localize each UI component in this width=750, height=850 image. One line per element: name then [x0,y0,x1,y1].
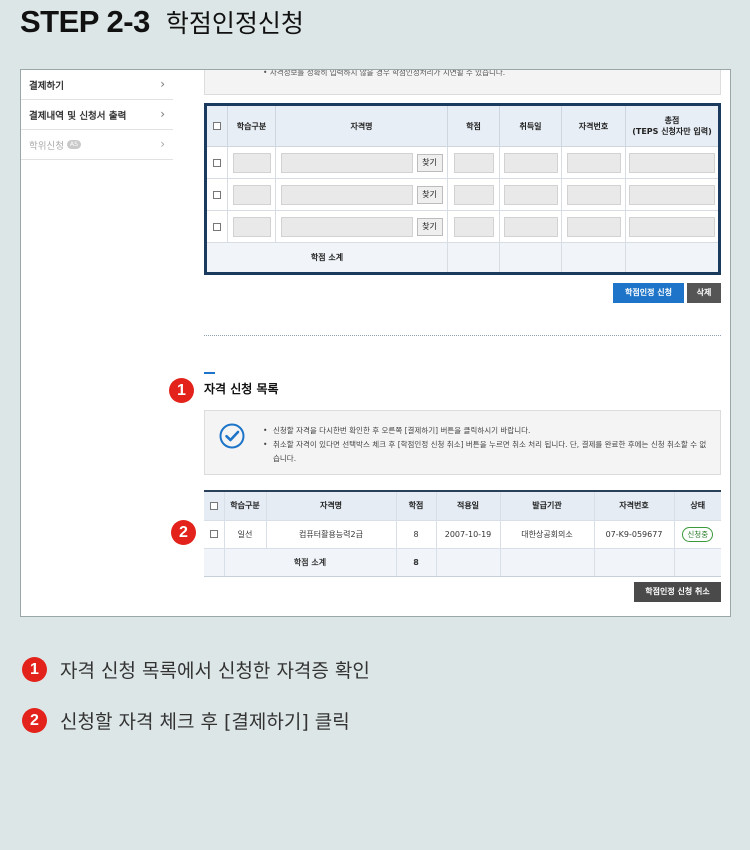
select-all-checkbox-cell[interactable] [205,104,228,147]
number-field[interactable] [566,216,621,237]
col-header: 학습구분 [223,490,266,520]
status-badge: 신청중 [682,526,714,542]
instruction-steps: 1 자격 신청 목록에서 신청한 자격증 확인 2 신청할 자격 체크 후 [결… [22,654,370,756]
type-field[interactable] [232,152,271,173]
col-header: 자격번호 [561,104,626,147]
cell-date: 2007-10-19 [435,519,500,548]
callout-marker-1: 1 [169,378,194,403]
page-title: STEP 2-3 학점인정신청 [20,2,304,42]
number-field[interactable] [566,152,621,173]
sidebar-item-payment[interactable]: 결제하기 › [21,70,173,100]
row-checkbox[interactable] [209,530,218,538]
application-list-table: 학습구분 자격명 학점 적용일 발급기관 자격번호 상태 일선 컴퓨터활용능력2… [204,490,721,577]
score-field[interactable] [629,184,715,205]
row-checkbox[interactable] [213,222,221,231]
screenshot-frame: 결제하기 › 결제내역 및 신청서 출력 › 학위신청 AS › • 자격정보를… [20,69,731,617]
table-row: 찾기 [205,210,720,243]
name-field[interactable] [280,184,413,205]
number-field[interactable] [566,184,621,205]
col-header: 상태 [673,490,721,520]
section-divider [204,335,721,336]
top-note: • 자격정보를 정확히 입력하지 않을 경우 학점인정처리가 지연될 수 있습니… [204,69,721,95]
cell-credit: 8 [395,519,436,548]
col-header: 적용일 [435,490,500,520]
subtotal-value: 8 [395,547,436,577]
score-field[interactable] [629,152,715,173]
find-button[interactable]: 찾기 [416,217,443,236]
col-header: 발급기관 [499,490,594,520]
callout-marker-2: 2 [171,520,196,545]
subtotal-row: 학점 소계 8 [204,547,721,577]
step-text: 신청할 자격 체크 후 [결제하기] 클릭 [60,710,350,733]
name-field[interactable] [280,152,413,173]
instruction-step: 2 신청할 자격 체크 후 [결제하기] 클릭 [22,705,370,735]
info-note: 취소할 자격이 있다면 선택박스 체크 후 [학점인정 신청 취소] 버튼을 누… [263,438,713,466]
top-note-text: 자격정보를 정확히 입력하지 않을 경우 학점인정처리가 지연될 수 있습니다. [269,69,506,77]
section-accent [204,372,215,374]
date-field[interactable] [503,152,558,173]
step-label: STEP 2-3 [20,4,150,39]
delete-button[interactable]: 삭제 [687,283,721,303]
subtotal-label: 학점 소계 [223,547,396,577]
col-header: 자격명 [275,104,448,147]
col-header-score: 총점 (TEPS 신청자만 입력) [625,104,720,147]
col-header-score-line2: (TEPS 신청자만 입력) [632,127,712,136]
find-button[interactable]: 찾기 [416,185,443,204]
score-field[interactable] [629,216,715,237]
col-header: 취득일 [499,104,562,147]
section-title: 자격 신청 목록 [204,382,279,396]
col-header-score-line1: 총점 [664,116,680,125]
table-row: 찾기 [205,146,720,179]
col-header: 자격명 [265,490,396,520]
col-header: 학습구분 [227,104,276,147]
cell-number: 07-K9-059677 [593,519,674,548]
step-text: 자격 신청 목록에서 신청한 자격증 확인 [60,659,370,682]
row-checkbox[interactable] [213,190,221,199]
info-box: 신청할 자격을 다시한번 확인한 후 오른쪽 [결제하기] 버튼을 클릭하시기 … [204,410,721,475]
table-row: 찾기 [205,178,720,211]
sidebar-badge: AS [66,140,81,149]
col-header: 학점 [447,104,500,147]
cell-type: 일선 [223,519,266,548]
sidebar-item-degree[interactable]: 학위신청 AS › [21,130,173,160]
col-header: 학점 [395,490,436,520]
date-field[interactable] [503,216,558,237]
type-field[interactable] [232,184,271,205]
chevron-right-icon: › [160,137,165,151]
cell-issuer: 대한상공회의소 [499,519,594,548]
chevron-right-icon: › [160,107,165,121]
sidebar-item-label: 결제내역 및 신청서 출력 [29,110,127,122]
subtotal-row: 학점 소계 [205,242,720,274]
name-field[interactable] [280,216,413,237]
step-number: 1 [22,656,47,682]
select-all-checkbox-cell[interactable] [204,490,224,520]
sidebar: 결제하기 › 결제내역 및 신청서 출력 › 학위신청 AS › [21,70,173,160]
select-all-checkbox[interactable] [209,501,218,510]
credit-cancel-button[interactable]: 학점인정 신청 취소 [634,582,721,602]
credit-apply-button[interactable]: 학점인정 신청 [613,283,684,303]
credit-field[interactable] [453,184,494,205]
cell-name: 컴퓨터활용능력2급 [265,519,396,548]
step-subtitle: 학점인정신청 [165,9,304,38]
sidebar-item-history[interactable]: 결제내역 및 신청서 출력 › [21,100,173,130]
col-header: 자격번호 [593,490,674,520]
credit-field[interactable] [453,216,494,237]
instruction-step: 1 자격 신청 목록에서 신청한 자격증 확인 [22,654,370,684]
sidebar-item-label: 학위신청 [29,140,64,152]
table-row: 일선 컴퓨터활용능력2급 8 2007-10-19 대한상공회의소 07-K9-… [204,519,721,548]
info-note: 신청할 자격을 다시한번 확인한 후 오른쪽 [결제하기] 버튼을 클릭하시기 … [263,424,713,438]
date-field[interactable] [503,184,558,205]
type-field[interactable] [232,216,271,237]
find-button[interactable]: 찾기 [416,153,443,172]
credit-field[interactable] [453,152,494,173]
check-circle-icon [219,423,245,449]
sidebar-item-label: 결제하기 [29,80,64,92]
chevron-right-icon: › [160,77,165,91]
credit-input-table: 학습구분 자격명 학점 취득일 자격번호 총점 (TEPS 신청자만 입력) 찾기… [204,103,721,275]
subtotal-label: 학점 소계 [205,242,448,274]
select-all-checkbox[interactable] [213,122,221,130]
info-list: 신청할 자격을 다시한번 확인한 후 오른쪽 [결제하기] 버튼을 클릭하시기 … [263,424,713,466]
step-number: 2 [22,707,47,733]
row-checkbox[interactable] [213,158,221,167]
